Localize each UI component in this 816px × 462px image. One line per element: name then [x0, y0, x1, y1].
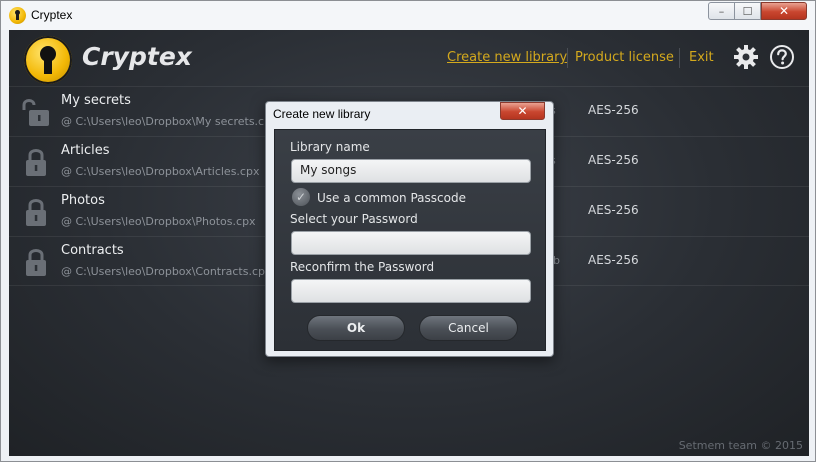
library-name: Photos	[61, 193, 105, 208]
padlock-icon	[26, 199, 46, 226]
library-name: My secrets	[61, 93, 131, 108]
brand-name: Cryptex	[82, 42, 192, 71]
library-name: Contracts	[61, 243, 124, 258]
common-passcode-checkbox[interactable]: ✓	[292, 188, 310, 206]
exit-link[interactable]: Exit	[689, 50, 714, 65]
dialog-title: Create new library	[273, 107, 371, 121]
footer-credit: Setmem team © 2015	[678, 439, 803, 452]
library-name-label: Library name	[290, 140, 370, 154]
library-name-input[interactable]: My songs	[291, 159, 531, 183]
dialog-close-button[interactable]: ✕	[500, 102, 545, 120]
password-label: Select your Password	[290, 212, 418, 226]
library-cipher: AES-256	[588, 103, 639, 117]
title-bar[interactable]: Cryptex – ☐ ✕	[1, 1, 815, 30]
nav-divider	[679, 48, 680, 68]
unlocked-padlock-icon	[22, 99, 49, 126]
minimize-button[interactable]: –	[708, 2, 735, 20]
common-passcode-label[interactable]: Use a common Passcode	[317, 191, 466, 205]
library-cipher: AES-256	[588, 253, 639, 267]
reconfirm-password-label: Reconfirm the Password	[290, 260, 435, 274]
create-library-link[interactable]: Create new library	[447, 50, 567, 65]
library-path: @ C:\Users\leo\Dropbox\Photos.cpx	[61, 215, 256, 228]
library-cipher: AES-256	[588, 153, 639, 167]
app-window: Cryptex – ☐ ✕ Cryptex Create new library…	[0, 0, 816, 462]
gear-icon[interactable]	[733, 44, 759, 70]
help-icon[interactable]	[769, 44, 795, 70]
nav-divider	[567, 48, 568, 68]
reconfirm-password-input[interactable]	[291, 279, 531, 303]
window-title: Cryptex	[31, 8, 73, 22]
product-license-link[interactable]: Product license	[575, 50, 674, 65]
library-cipher: AES-256	[588, 203, 639, 217]
padlock-icon	[26, 249, 46, 276]
password-input[interactable]	[291, 231, 531, 255]
library-name: Articles	[61, 143, 110, 158]
library-path: @ C:\Users\leo\Dropbox\Articles.cpx	[61, 165, 260, 178]
app-keyhole-icon	[9, 7, 26, 24]
library-path: @ C:\Users\leo\Dropbox\Contracts.cpx	[61, 265, 272, 278]
dialog-body: Library name My songs ✓ Use a common Pas…	[274, 129, 546, 351]
library-path: @ C:\Users\leo\Dropbox\My secrets.cpx	[61, 115, 278, 128]
maximize-button[interactable]: ☐	[735, 2, 761, 20]
cancel-button[interactable]: Cancel	[419, 315, 518, 341]
create-library-dialog: Create new library ✕ Library name My son…	[265, 101, 554, 357]
keyhole-logo-icon	[24, 36, 72, 84]
ok-button[interactable]: Ok	[307, 315, 405, 341]
padlock-icon	[26, 149, 46, 176]
close-button[interactable]: ✕	[761, 2, 807, 20]
